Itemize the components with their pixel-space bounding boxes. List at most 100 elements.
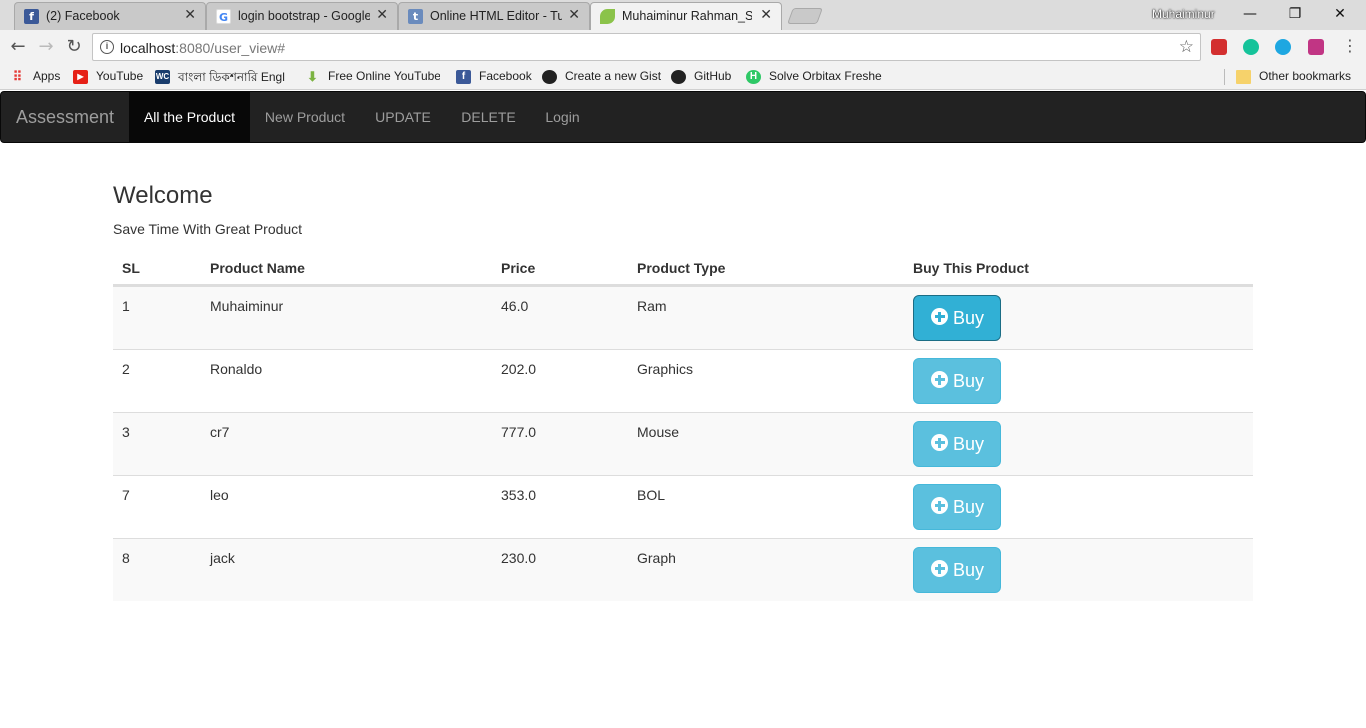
leaf-icon — [600, 9, 615, 24]
buy-button[interactable]: Buy — [913, 547, 1001, 593]
buy-button[interactable]: Buy — [913, 295, 1001, 341]
bookmark-github[interactable]: GitHub — [671, 68, 737, 86]
cell-price: 230.0 — [501, 550, 537, 566]
bookmark-apps[interactable]: ⠿ Apps — [10, 68, 70, 86]
close-icon[interactable]: ✕ — [760, 7, 772, 23]
plus-circle-icon — [931, 434, 948, 451]
nav-delete[interactable]: DELETE — [446, 92, 531, 142]
bookmarks-separator — [1224, 69, 1225, 85]
cell-price: 353.0 — [501, 487, 537, 503]
close-icon[interactable]: ✕ — [568, 7, 580, 23]
nav-login[interactable]: Login — [531, 92, 594, 142]
cell-sl: 2 — [122, 361, 130, 377]
bookmarks-bar: ⠿ Apps ▶ YouTube WC বাংলা ডিকশনারি Engl … — [0, 64, 1366, 90]
forward-button[interactable]: → — [35, 36, 57, 58]
bookmark-star-icon[interactable]: ☆ — [1179, 37, 1194, 57]
cell-sl: 1 — [122, 298, 130, 314]
facebook-icon: f — [24, 9, 39, 24]
grammarly-icon[interactable] — [1243, 39, 1259, 55]
cell-product-name: Muhaiminur — [210, 298, 284, 314]
page-subtitle: Save Time With Great Product — [113, 221, 303, 237]
column-header-product-type: Product Type — [637, 260, 726, 276]
page-title: Welcome — [113, 182, 213, 209]
buy-button-label: Buy — [953, 434, 985, 454]
cell-price: 46.0 — [501, 298, 529, 314]
address-bar[interactable]: i localhost:8080/user_view# ☆ — [92, 33, 1201, 61]
tab-title: (2) Facebook — [46, 9, 120, 23]
nav-new-product[interactable]: New Product — [250, 92, 360, 142]
close-icon[interactable]: ✕ — [184, 7, 196, 23]
site-navbar: Assessment All the Product New Product U… — [0, 91, 1366, 143]
bookmark-facebook[interactable]: f Facebook — [456, 68, 536, 86]
navbar-brand[interactable]: Assessment — [16, 107, 114, 128]
table-header: SL Product Name Price Product Type Buy T… — [113, 250, 1253, 286]
buy-button[interactable]: Buy — [913, 358, 1001, 404]
cell-product-name: leo — [210, 487, 229, 503]
hackerrank-icon: H — [746, 70, 761, 84]
back-button[interactable]: ← — [7, 36, 29, 58]
plus-circle-icon — [931, 308, 948, 325]
tab-google[interactable]: G login bootstrap - Google ✕ — [206, 2, 398, 30]
cell-product-name: cr7 — [210, 424, 230, 440]
tutorialspoint-icon: t — [408, 9, 423, 24]
cell-price: 202.0 — [501, 361, 537, 377]
cell-sl: 7 — [122, 487, 130, 503]
column-header-price: Price — [501, 260, 536, 276]
buy-button[interactable]: Buy — [913, 421, 1001, 467]
tab-active-page[interactable]: Muhaiminur Rahman_SE ✕ — [590, 2, 782, 30]
buy-button-label: Buy — [953, 308, 985, 328]
cell-product-name: Ronaldo — [210, 361, 263, 377]
url-host: localhost — [120, 40, 176, 56]
info-icon[interactable]: i — [100, 40, 114, 54]
tab-html-editor[interactable]: t Online HTML Editor - Tut ✕ — [398, 2, 590, 30]
google-icon: G — [216, 9, 231, 24]
products-table: SL Product Name Price Product Type Buy T… — [113, 250, 1253, 601]
reload-button[interactable]: ↻ — [63, 36, 85, 58]
url-text[interactable]: localhost:8080/user_view# — [120, 40, 285, 56]
bookmark-hackerrank[interactable]: H Solve Orbitax Fresher — [746, 68, 882, 86]
tab-title: Online HTML Editor - Tut — [430, 9, 562, 23]
bookmark-dictionary[interactable]: WC বাংলা ডিকশনারি Engl — [155, 68, 292, 86]
nav-all-products[interactable]: All the Product — [129, 92, 250, 142]
close-window-button[interactable]: ✕ — [1320, 3, 1360, 25]
column-header-buy: Buy This Product — [913, 260, 1029, 276]
chrome-menu-icon[interactable]: ⋮ — [1342, 36, 1358, 55]
new-tab-button[interactable] — [787, 8, 823, 24]
extension-blue-icon[interactable] — [1275, 39, 1291, 55]
tab-title: login bootstrap - Google — [238, 9, 370, 23]
dictionary-icon: WC — [155, 70, 170, 84]
facebook-icon: f — [456, 70, 471, 84]
browser-toolbar: ← → ↻ i localhost:8080/user_view# ☆ ⋮ — [0, 30, 1366, 64]
github-icon — [671, 70, 686, 84]
table-row: 8 jack 230.0 Graph Buy — [113, 538, 1253, 601]
url-path: :8080/user_view# — [175, 40, 286, 56]
restore-button[interactable]: ❐ — [1275, 3, 1315, 25]
bookmark-create-gist[interactable]: Create a new Gist — [542, 68, 662, 86]
table-row: 1 Muhaiminur 46.0 Ram Buy — [113, 286, 1253, 349]
column-header-sl: SL — [122, 260, 140, 276]
column-header-product-name: Product Name — [210, 260, 305, 276]
bookmark-other[interactable]: Other bookmarks — [1236, 68, 1361, 86]
cell-sl: 3 — [122, 424, 130, 440]
tab-title: Muhaiminur Rahman_SE — [622, 9, 752, 23]
tab-facebook[interactable]: f (2) Facebook ✕ — [14, 2, 206, 30]
apps-grid-icon: ⠿ — [12, 69, 23, 84]
buy-button-label: Buy — [953, 497, 985, 517]
instagram-icon[interactable] — [1308, 39, 1324, 55]
youtube-icon: ▶ — [73, 70, 88, 84]
table-row: 2 Ronaldo 202.0 Graphics Buy — [113, 349, 1253, 412]
cell-product-name: jack — [210, 550, 235, 566]
bookmark-youtube[interactable]: ▶ YouTube — [73, 68, 148, 86]
table-row: 7 leo 353.0 BOL Buy — [113, 475, 1253, 538]
extension-red-icon[interactable] — [1211, 39, 1227, 55]
plus-circle-icon — [931, 497, 948, 514]
nav-update[interactable]: UPDATE — [360, 92, 446, 142]
bookmark-youtube-downloader[interactable]: ⬇ Free Online YouTube — [305, 68, 440, 86]
folder-icon — [1236, 70, 1251, 84]
buy-button[interactable]: Buy — [913, 484, 1001, 530]
close-icon[interactable]: ✕ — [376, 7, 388, 23]
profile-name[interactable]: Muhaiminur — [1152, 7, 1215, 21]
cell-sl: 8 — [122, 550, 130, 566]
minimize-button[interactable]: — — [1230, 3, 1270, 25]
buy-button-label: Buy — [953, 371, 985, 391]
